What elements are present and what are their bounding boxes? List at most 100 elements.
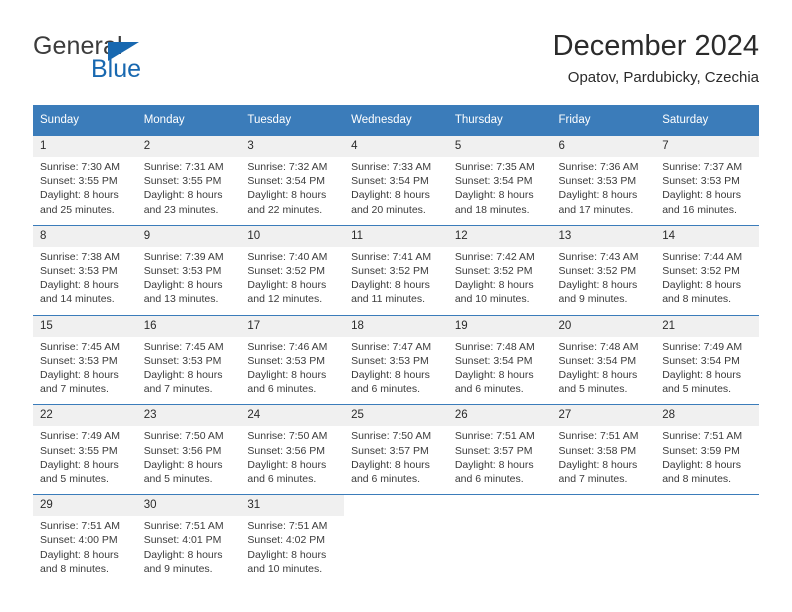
daylight-text-line1: Daylight: 8 hours (143, 279, 223, 292)
sunset-text: Sunset: 4:02 PM (247, 534, 326, 547)
daylight-text-line1: Daylight: 8 hours (351, 458, 430, 471)
daylight-text-line2: and 5 minutes. (558, 383, 628, 396)
sunrise-text: Sunrise: 7:49 AM (40, 430, 120, 443)
day-details: Sunrise: 7:51 AM Sunset: 4:01 PM Dayligh… (137, 516, 241, 584)
calendar-day-cell[interactable]: 1 Sunrise: 7:30 AM Sunset: 3:55 PM Dayli… (33, 135, 137, 226)
daylight-text-line1: Daylight: 8 hours (40, 548, 119, 561)
calendar-day-cell[interactable]: 4 Sunrise: 7:33 AM Sunset: 3:54 PM Dayli… (344, 135, 448, 226)
calendar-day-cell[interactable]: 21 Sunrise: 7:49 AM Sunset: 3:54 PM Dayl… (655, 314, 759, 405)
calendar-day-cell[interactable]: 8 Sunrise: 7:38 AM Sunset: 3:53 PM Dayli… (33, 224, 137, 316)
daylight-text-line2: and 13 minutes. (143, 293, 219, 306)
calendar-day-cell[interactable]: 28 Sunrise: 7:51 AM Sunset: 3:59 PM Dayl… (655, 404, 759, 495)
calendar-day-cell[interactable]: 5 Sunrise: 7:35 AM Sunset: 3:54 PM Dayli… (447, 135, 552, 226)
calendar-day-cell[interactable]: 7 Sunrise: 7:37 AM Sunset: 3:53 PM Dayli… (655, 135, 759, 226)
day-details: Sunrise: 7:48 AM Sunset: 3:54 PM Dayligh… (448, 337, 552, 405)
sunset-text: Sunset: 3:53 PM (558, 175, 637, 188)
day-number (344, 495, 448, 517)
day-number: 27 (551, 405, 656, 427)
sunset-text: Sunset: 3:53 PM (247, 354, 326, 367)
sunrise-text: Sunrise: 7:51 AM (558, 430, 639, 443)
calendar-day-cell[interactable]: 30 Sunrise: 7:51 AM Sunset: 4:01 PM Dayl… (136, 494, 241, 585)
calendar-day-cell[interactable]: 18 Sunrise: 7:47 AM Sunset: 3:53 PM Dayl… (344, 314, 448, 405)
calendar-day-cell[interactable]: 23 Sunrise: 7:50 AM Sunset: 3:56 PM Dayl… (136, 404, 241, 495)
day-details: Sunrise: 7:33 AM Sunset: 3:54 PM Dayligh… (344, 157, 448, 225)
daylight-text-line2: and 23 minutes. (143, 203, 219, 216)
daylight-text-line1: Daylight: 8 hours (40, 189, 119, 202)
calendar-day-cell[interactable]: 27 Sunrise: 7:51 AM Sunset: 3:58 PM Dayl… (551, 404, 656, 495)
title-block: December 2024 Opatov, Pardubicky, Czechi… (553, 30, 759, 87)
sunrise-text: Sunrise: 7:51 AM (454, 430, 535, 443)
daylight-text-line2: and 7 minutes. (143, 383, 213, 396)
calendar-week-row: 29 Sunrise: 7:51 AM Sunset: 4:00 PM Dayl… (33, 494, 759, 585)
sunset-text: Sunset: 4:01 PM (143, 534, 222, 547)
daylight-text-line1: Daylight: 8 hours (247, 548, 327, 561)
calendar-day-cell[interactable]: 10 Sunrise: 7:40 AM Sunset: 3:52 PM Dayl… (240, 224, 345, 316)
calendar-day-cell[interactable]: 16 Sunrise: 7:45 AM Sunset: 3:53 PM Dayl… (136, 314, 241, 405)
day-number: 12 (447, 225, 552, 247)
sunset-text: Sunset: 3:57 PM (454, 444, 533, 457)
calendar-day-cell[interactable]: 19 Sunrise: 7:48 AM Sunset: 3:54 PM Dayl… (447, 314, 552, 405)
sunrise-text: Sunrise: 7:51 AM (662, 430, 743, 443)
sunset-text: Sunset: 3:52 PM (351, 265, 429, 278)
daylight-text-line2: and 20 minutes. (351, 203, 426, 216)
daylight-text-line1: Daylight: 8 hours (351, 189, 430, 202)
day-details: Sunrise: 7:32 AM Sunset: 3:54 PM Dayligh… (240, 157, 344, 225)
day-details: Sunrise: 7:45 AM Sunset: 3:53 PM Dayligh… (33, 337, 137, 405)
daylight-text-line2: and 7 minutes. (558, 473, 628, 486)
calendar-day-cell[interactable]: 22 Sunrise: 7:49 AM Sunset: 3:55 PM Dayl… (33, 404, 137, 495)
sunrise-text: Sunrise: 7:48 AM (454, 340, 535, 353)
calendar-week-row: 22 Sunrise: 7:49 AM Sunset: 3:55 PM Dayl… (33, 404, 759, 495)
daylight-text-line1: Daylight: 8 hours (143, 548, 223, 561)
calendar-day-cell[interactable]: 13 Sunrise: 7:43 AM Sunset: 3:52 PM Dayl… (551, 224, 656, 316)
day-number: 6 (551, 136, 656, 157)
sunset-text: Sunset: 3:59 PM (662, 444, 740, 457)
sunrise-text: Sunrise: 7:33 AM (351, 161, 432, 173)
calendar-day-cell[interactable]: 3 Sunrise: 7:32 AM Sunset: 3:54 PM Dayli… (240, 135, 345, 226)
daylight-text-line2: and 7 minutes. (40, 383, 109, 396)
day-details: Sunrise: 7:47 AM Sunset: 3:53 PM Dayligh… (344, 337, 448, 405)
sunrise-text: Sunrise: 7:43 AM (558, 250, 639, 263)
day-details: Sunrise: 7:38 AM Sunset: 3:53 PM Dayligh… (33, 247, 137, 315)
day-number: 3 (240, 136, 345, 157)
day-number: 25 (344, 405, 448, 427)
day-details: Sunrise: 7:39 AM Sunset: 3:53 PM Dayligh… (137, 247, 241, 315)
calendar-day-cell[interactable]: 29 Sunrise: 7:51 AM Sunset: 4:00 PM Dayl… (33, 494, 137, 585)
sunset-text: Sunset: 4:00 PM (40, 534, 118, 547)
sunset-text: Sunset: 3:52 PM (558, 265, 637, 278)
calendar-day-cell[interactable]: 14 Sunrise: 7:44 AM Sunset: 3:52 PM Dayl… (655, 224, 759, 316)
sunset-text: Sunset: 3:55 PM (40, 444, 118, 457)
calendar-day-cell[interactable]: 12 Sunrise: 7:42 AM Sunset: 3:52 PM Dayl… (447, 224, 552, 316)
brand-logo[interactable]: General Blue (33, 30, 273, 90)
sunrise-text: Sunrise: 7:35 AM (454, 161, 535, 173)
calendar-day-cell[interactable]: 2 Sunrise: 7:31 AM Sunset: 3:55 PM Dayli… (136, 135, 241, 226)
sunset-text: Sunset: 3:55 PM (143, 175, 222, 188)
calendar-day-cell[interactable]: 9 Sunrise: 7:39 AM Sunset: 3:53 PM Dayli… (136, 224, 241, 316)
day-number: 14 (655, 225, 759, 247)
daylight-text-line1: Daylight: 8 hours (40, 458, 119, 471)
day-number: 8 (33, 225, 137, 247)
calendar-day-cell[interactable]: 6 Sunrise: 7:36 AM Sunset: 3:53 PM Dayli… (551, 135, 656, 226)
daylight-text-line1: Daylight: 8 hours (143, 458, 223, 471)
sunrise-text: Sunrise: 7:50 AM (351, 430, 432, 443)
day-number: 9 (136, 225, 241, 247)
calendar-day-cell[interactable]: 26 Sunrise: 7:51 AM Sunset: 3:57 PM Dayl… (447, 404, 552, 495)
sunrise-text: Sunrise: 7:39 AM (143, 250, 224, 263)
calendar-day-cell[interactable]: 17 Sunrise: 7:46 AM Sunset: 3:53 PM Dayl… (240, 314, 345, 405)
sunset-text: Sunset: 3:53 PM (40, 265, 118, 278)
daylight-text-line2: and 5 minutes. (143, 473, 213, 486)
calendar-day-cell[interactable]: 24 Sunrise: 7:50 AM Sunset: 3:56 PM Dayl… (240, 404, 345, 495)
sunset-text: Sunset: 3:53 PM (351, 354, 429, 367)
calendar-day-cell[interactable]: 25 Sunrise: 7:50 AM Sunset: 3:57 PM Dayl… (344, 404, 448, 495)
calendar-day-cell[interactable]: 15 Sunrise: 7:45 AM Sunset: 3:53 PM Dayl… (33, 314, 137, 405)
calendar-week-row: 15 Sunrise: 7:45 AM Sunset: 3:53 PM Dayl… (33, 314, 759, 405)
day-details: Sunrise: 7:37 AM Sunset: 3:53 PM Dayligh… (655, 157, 759, 225)
calendar-day-cell[interactable]: 31 Sunrise: 7:51 AM Sunset: 4:02 PM Dayl… (240, 494, 345, 585)
sunrise-text: Sunrise: 7:50 AM (247, 430, 328, 443)
daylight-text-line1: Daylight: 8 hours (40, 369, 119, 382)
day-details: Sunrise: 7:50 AM Sunset: 3:57 PM Dayligh… (344, 426, 448, 494)
day-number: 10 (240, 225, 345, 247)
calendar-day-cell[interactable]: 20 Sunrise: 7:48 AM Sunset: 3:54 PM Dayl… (551, 314, 656, 405)
calendar-grid: Sunday Monday Tuesday Wednesday Thursday… (33, 105, 759, 585)
calendar-day-cell[interactable]: 11 Sunrise: 7:41 AM Sunset: 3:52 PM Dayl… (344, 224, 448, 316)
daylight-text-line2: and 6 minutes. (247, 473, 317, 486)
